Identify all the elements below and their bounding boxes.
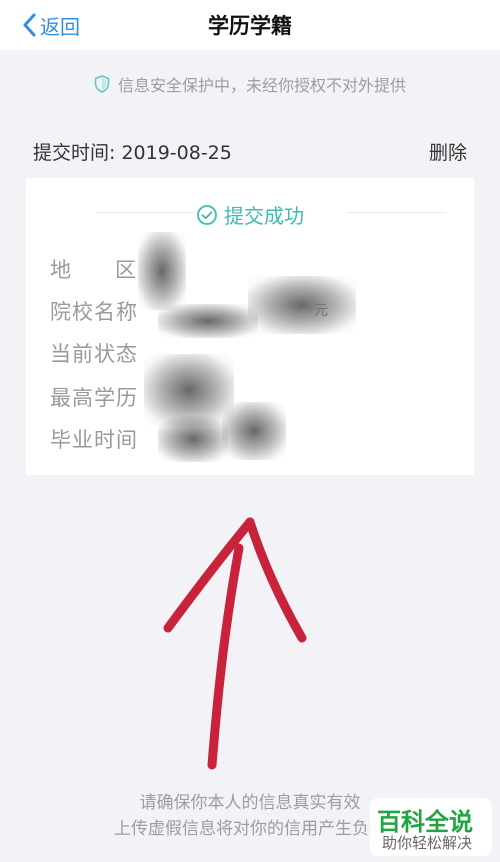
watermark-logo: 百科全说 助你轻松解决	[370, 798, 492, 856]
red-arrow-annotation	[163, 517, 307, 770]
watermark-sub-text: 助你轻松解决	[382, 834, 473, 852]
